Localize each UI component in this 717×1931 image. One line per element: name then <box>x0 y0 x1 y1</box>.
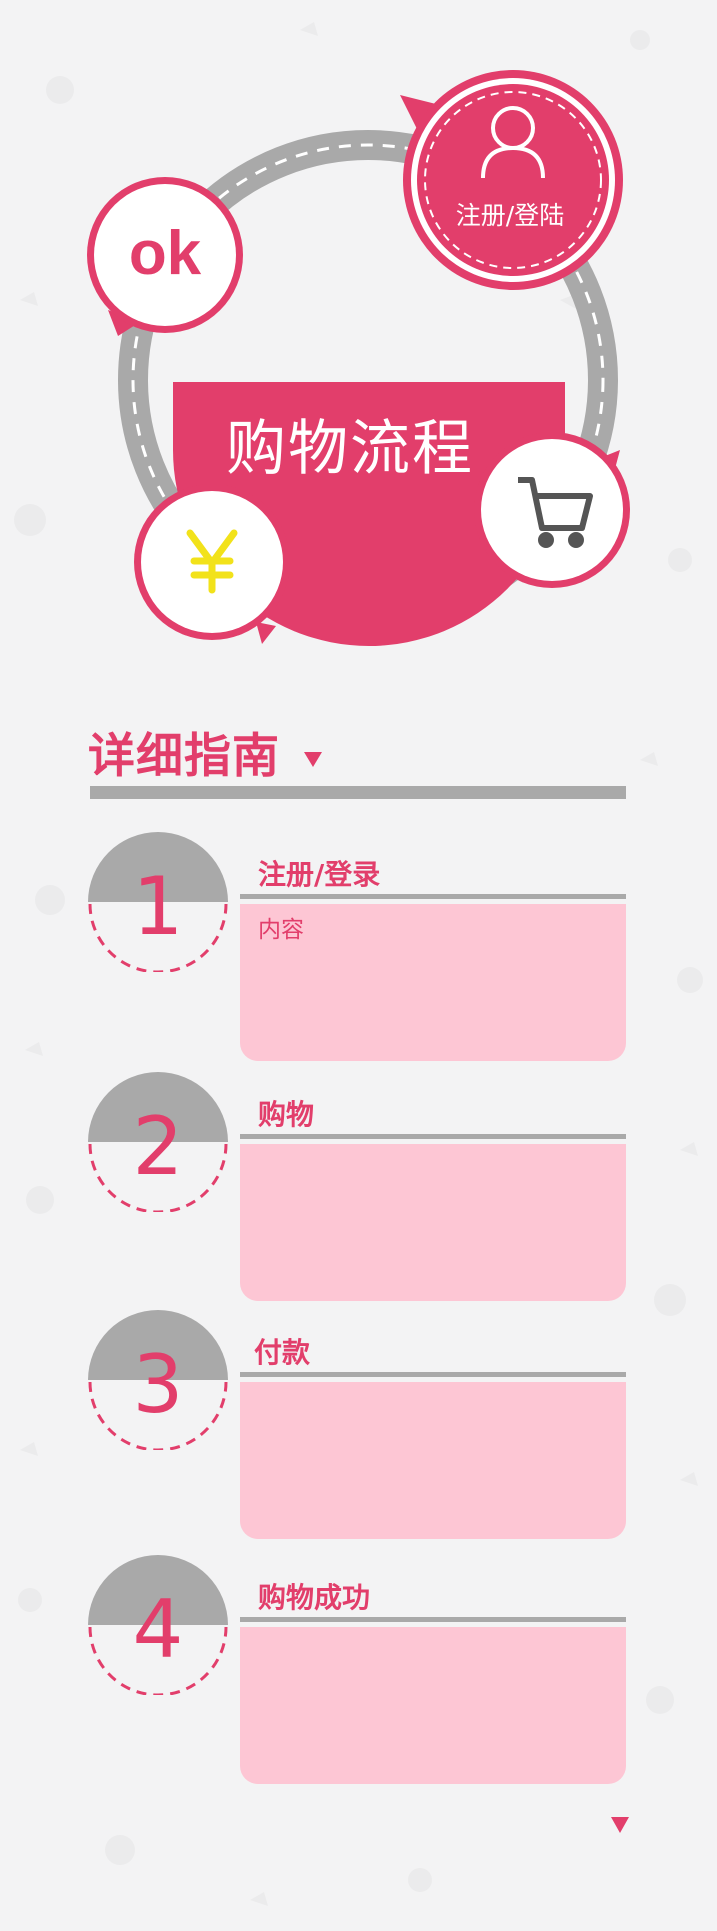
step-content-panel <box>240 1144 626 1301</box>
step-number: 1 <box>132 860 184 953</box>
page-title: 购物流程 <box>226 414 474 484</box>
step-content-panel <box>240 1627 626 1784</box>
step-divider <box>240 1372 626 1377</box>
step-3: 3 付款 <box>0 1310 717 1550</box>
caret-down-icon <box>611 1817 629 1833</box>
step-divider <box>240 1134 626 1139</box>
step-content: 内容 <box>258 917 304 943</box>
caret-down-icon <box>304 752 322 767</box>
guide-divider <box>90 786 626 799</box>
step-title: 注册/登录 <box>258 858 381 891</box>
page: 注册/登陆 ok 购物流程 详细指南 1 注册/登录 内容 2 购物 3 付款 … <box>0 0 717 1931</box>
step-1: 1 注册/登录 内容 <box>0 832 717 1072</box>
step-divider <box>240 894 626 899</box>
step-divider <box>240 1617 626 1622</box>
step-content-panel <box>240 1382 626 1539</box>
step-number: 3 <box>132 1338 184 1431</box>
step-title: 购物 <box>258 1098 315 1131</box>
step-4: 4 购物成功 <box>0 1555 717 1795</box>
guide-title: 详细指南 <box>88 729 280 784</box>
step-number: 2 <box>132 1100 184 1193</box>
step-title: 购物成功 <box>258 1581 371 1614</box>
step-title: 付款 <box>254 1336 311 1369</box>
step-content-panel: 内容 <box>240 904 626 1061</box>
yen-badge <box>134 484 290 644</box>
hero: 注册/登陆 ok 购物流程 <box>0 0 717 680</box>
step-2: 2 购物 <box>0 1072 717 1312</box>
step-number: 4 <box>132 1583 184 1676</box>
